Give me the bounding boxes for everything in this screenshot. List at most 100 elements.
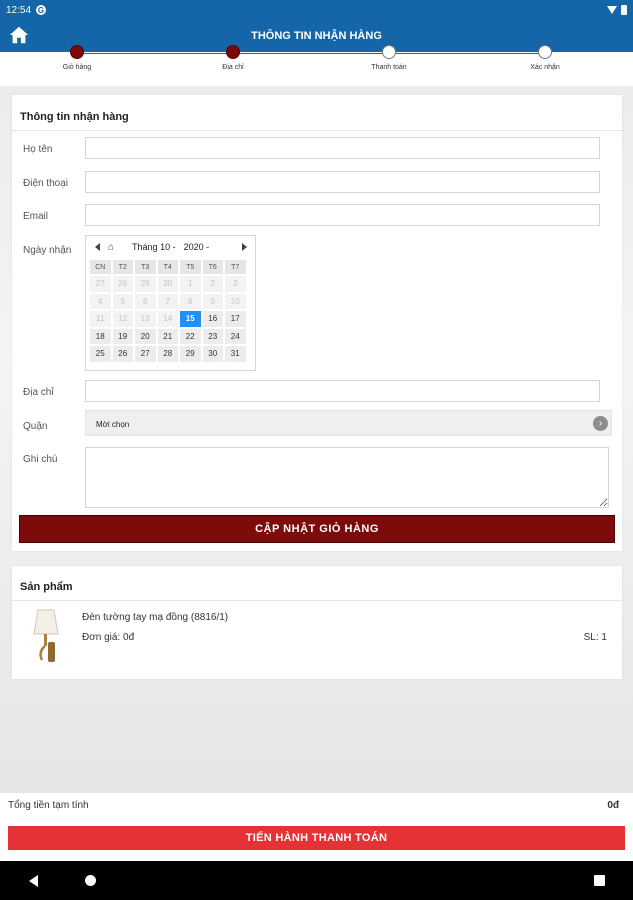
weekday-header: T7 <box>224 259 247 275</box>
date-label: Ngày nhận <box>23 245 72 256</box>
step-confirm[interactable]: Xác nhận <box>500 45 590 71</box>
calendar-month[interactable]: Tháng 10 - <box>132 242 176 252</box>
page-title: THÔNG TIN NHẬN HÀNG <box>251 30 382 42</box>
weekday-header: T2 <box>111 259 134 275</box>
status-bar: 12:54 G <box>0 0 633 20</box>
note-label: Ghi chú <box>23 454 58 465</box>
name-label: Họ tên <box>23 144 53 155</box>
calendar-day: 7 <box>156 292 179 310</box>
calendar-day[interactable]: 20 <box>134 327 157 345</box>
product-name: Đèn tường tay mạ đồng (8816/1) <box>82 612 229 623</box>
calendar-day: 30 <box>156 275 179 293</box>
step-label: Thanh toán <box>371 64 407 71</box>
weekday-header: T6 <box>201 259 224 275</box>
system-nav-bar <box>0 861 633 900</box>
calendar-day[interactable]: 24 <box>224 327 247 345</box>
chevron-right-icon: › <box>593 416 608 431</box>
home-icon[interactable] <box>8 24 30 46</box>
products-title: Sản phẩm <box>12 566 622 601</box>
phone-label: Điện thoại <box>23 178 69 189</box>
total-label: Tổng tiền tạm tính <box>8 800 89 811</box>
step-dot <box>382 45 396 59</box>
total-value: 0đ <box>607 800 619 811</box>
order-summary: Tổng tiền tạm tính 0đ TIẾN HÀNH THANH TO… <box>0 793 633 861</box>
back-icon[interactable] <box>29 875 38 887</box>
step-label: Địa chỉ <box>222 64 244 71</box>
calendar-day[interactable]: 31 <box>224 345 247 363</box>
calendar-day: 6 <box>134 292 157 310</box>
calendar-day[interactable]: 30 <box>201 345 224 363</box>
step-dot <box>538 45 552 59</box>
calendar-day[interactable]: 29 <box>179 345 202 363</box>
calendar-day: 14 <box>156 310 179 328</box>
calendar-day: 4 <box>89 292 112 310</box>
calendar-day[interactable]: 18 <box>89 327 112 345</box>
calendar-day: 2 <box>201 275 224 293</box>
district-value: Mời chọn <box>96 420 130 429</box>
calendar-day: 1 <box>179 275 202 293</box>
calendar-day: 12 <box>111 310 134 328</box>
calendar-day[interactable]: 26 <box>111 345 134 363</box>
checkout-stepper: Giỏ hàng Địa chỉ Thanh toán Xác nhận <box>0 45 633 86</box>
calendar-day[interactable]: 21 <box>156 327 179 345</box>
calendar-day[interactable]: 28 <box>156 345 179 363</box>
calendar-header: ⌂ Tháng 10 - 2020 - <box>86 236 255 258</box>
calendar-day[interactable]: 19 <box>111 327 134 345</box>
calendar-day: 13 <box>134 310 157 328</box>
list-item[interactable]: Đèn tường tay mạ đồng (8816/1) Đơn giá: … <box>12 604 622 674</box>
step-address[interactable]: Địa chỉ <box>188 45 278 71</box>
district-select[interactable]: Mời chọn › <box>85 410 612 436</box>
step-dot <box>70 45 84 59</box>
address-input[interactable] <box>85 380 600 402</box>
product-image <box>33 609 59 662</box>
step-label: Giỏ hàng <box>62 64 92 71</box>
calendar-day: 5 <box>111 292 134 310</box>
today-icon[interactable]: ⌂ <box>108 242 114 253</box>
recent-apps-icon[interactable] <box>594 875 605 886</box>
step-payment[interactable]: Thanh toán <box>344 45 434 71</box>
calendar-day: 29 <box>134 275 157 293</box>
note-textarea[interactable] <box>85 447 609 508</box>
product-price: Đơn giá: 0đ <box>82 632 135 643</box>
prev-month-icon[interactable] <box>95 243 100 251</box>
checkout-button[interactable]: TIẾN HÀNH THANH TOÁN <box>8 826 625 850</box>
card-title: Thông tin nhận hàng <box>12 95 622 131</box>
calendar-day[interactable]: 16 <box>201 310 224 328</box>
district-label: Quận <box>23 421 48 432</box>
phone-input[interactable] <box>85 171 600 193</box>
delivery-info-card: Thông tin nhận hàng Họ tên Điện thoại Em… <box>12 95 622 551</box>
calendar-day[interactable]: 23 <box>201 327 224 345</box>
weekday-header: T4 <box>156 259 179 275</box>
status-time: 12:54 <box>6 4 32 16</box>
calendar-grid: CN T2 T3 T4 T5 T6 T7 27 28 29 30 1 2 3 4 5 6 7 8 9 10 11 12 13 1… <box>86 258 255 364</box>
next-month-icon[interactable] <box>242 243 247 251</box>
calendar-day[interactable]: 22 <box>179 327 202 345</box>
step-cart[interactable]: Giỏ hàng <box>32 45 122 71</box>
product-quantity: SL: 1 <box>583 632 607 643</box>
calendar-year[interactable]: 2020 - <box>184 242 210 252</box>
calendar-day: 10 <box>224 292 247 310</box>
step-dot <box>226 45 240 59</box>
home-circle-icon[interactable] <box>85 875 96 886</box>
email-label: Email <box>23 211 49 222</box>
weekday-header: T3 <box>134 259 157 275</box>
calendar-day-selected[interactable]: 15 <box>179 310 202 328</box>
products-card: Sản phẩm Đèn tường tay mạ đồng (8816/1) … <box>12 566 622 679</box>
name-input[interactable] <box>85 137 600 159</box>
calendar-day[interactable]: 27 <box>134 345 157 363</box>
stepper-line <box>77 53 545 54</box>
battery-icon <box>621 5 627 15</box>
calendar-day: 28 <box>111 275 134 293</box>
step-label: Xác nhận <box>530 64 560 71</box>
wifi-icon <box>607 6 617 14</box>
weekday-header: CN <box>89 259 112 275</box>
calendar-day[interactable]: 17 <box>224 310 247 328</box>
calendar-day[interactable]: 25 <box>89 345 112 363</box>
weekday-header: T5 <box>179 259 202 275</box>
address-label: Địa chỉ <box>23 387 54 398</box>
app-header: THÔNG TIN NHẬN HÀNG <box>0 20 633 52</box>
calendar-day: 11 <box>89 310 112 328</box>
email-input[interactable] <box>85 204 600 226</box>
g-icon: G <box>36 5 47 15</box>
update-cart-button[interactable]: CẬP NHẬT GIỎ HÀNG <box>19 515 615 543</box>
